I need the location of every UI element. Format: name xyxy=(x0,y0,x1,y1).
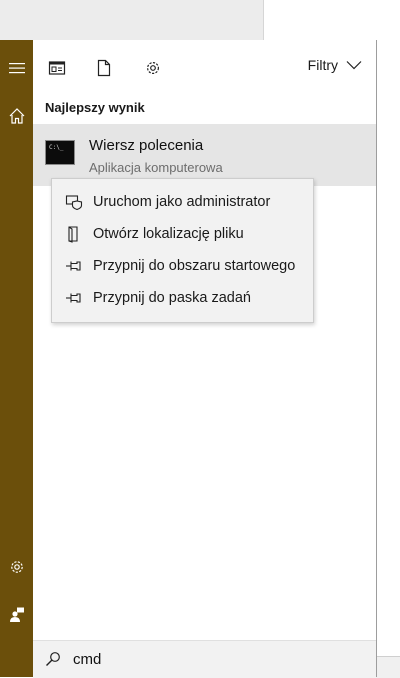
result-subtitle: Aplikacja komputerowa xyxy=(89,160,223,175)
context-menu: Uruchom jako administrator Otwórz lokali… xyxy=(51,178,314,323)
menu-item-label: Przypnij do paska zadań xyxy=(93,290,251,306)
menu-item-label: Otwórz lokalizację pliku xyxy=(93,226,244,242)
search-panel: Filtry Najlepszy wynik C:\_ Wiersz polec… xyxy=(33,40,377,678)
taskbar-strip xyxy=(376,656,400,678)
menu-button[interactable] xyxy=(0,50,33,86)
search-icon xyxy=(45,651,61,671)
menu-item-pin-to-start[interactable]: Przypnij do obszaru startowego xyxy=(52,250,313,282)
feedback-button[interactable] xyxy=(0,597,33,633)
feedback-person-icon xyxy=(9,607,24,622)
hamburger-icon xyxy=(8,63,25,74)
command-prompt-icon-text: C:\_ xyxy=(49,144,64,151)
document-icon xyxy=(97,59,111,77)
command-prompt-icon: C:\_ xyxy=(45,140,75,165)
search-box[interactable]: cmd xyxy=(33,640,376,678)
menu-item-pin-to-taskbar[interactable]: Przypnij do paska zadań xyxy=(52,282,313,314)
pin-icon xyxy=(63,257,85,275)
shield-icon xyxy=(63,193,85,211)
apps-filter-button[interactable] xyxy=(45,56,69,80)
home-icon xyxy=(9,108,24,124)
search-toolbar: Filtry xyxy=(33,40,376,94)
gear-icon xyxy=(146,61,160,75)
settings-button[interactable] xyxy=(0,549,33,585)
background-area xyxy=(376,40,400,677)
gear-icon xyxy=(10,561,23,573)
result-title: Wiersz polecenia xyxy=(89,137,204,154)
best-match-heading: Najlepszy wynik xyxy=(45,100,145,115)
file-location-icon xyxy=(63,225,85,243)
app-window-icon xyxy=(48,61,66,75)
background-divider xyxy=(263,0,264,40)
chevron-down-icon xyxy=(346,61,362,70)
menu-item-run-as-admin[interactable]: Uruchom jako administrator xyxy=(52,186,313,218)
search-input[interactable]: cmd xyxy=(73,651,101,668)
best-match-result[interactable]: C:\_ Wiersz polecenia Aplikacja komputer… xyxy=(33,124,376,186)
home-button[interactable] xyxy=(0,98,33,134)
menu-item-open-file-location[interactable]: Otwórz lokalizację pliku xyxy=(52,218,313,250)
start-sidebar xyxy=(0,40,33,677)
filters-dropdown[interactable]: Filtry xyxy=(308,57,362,73)
filters-label: Filtry xyxy=(307,57,338,73)
documents-filter-button[interactable] xyxy=(92,56,116,80)
background-window xyxy=(0,0,263,40)
settings-filter-button[interactable] xyxy=(141,56,165,80)
menu-item-label: Przypnij do obszaru startowego xyxy=(93,258,296,274)
pin-icon xyxy=(63,289,85,307)
menu-item-label: Uruchom jako administrator xyxy=(93,194,271,210)
